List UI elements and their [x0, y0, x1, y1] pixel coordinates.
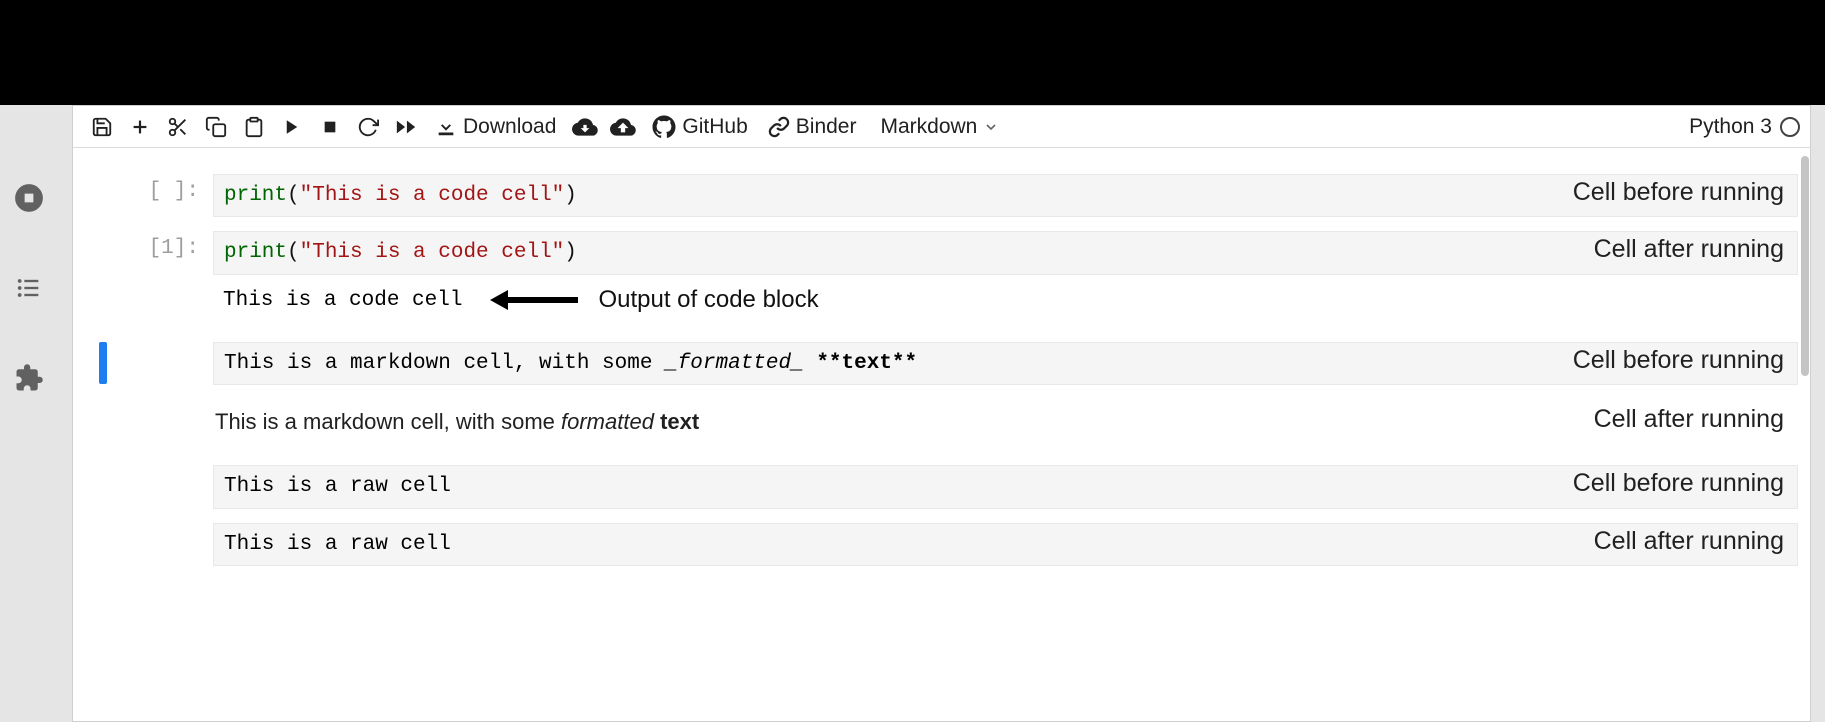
cell-prompt: [85, 342, 213, 348]
cell-prompt: [85, 465, 213, 471]
notebook-toolbar: Download GitHub Binder Markdown Py: [73, 106, 1810, 148]
code-cell[interactable]: [ ]: print("This is a code cell") Cell b…: [85, 174, 1798, 217]
celltype-label: Markdown: [880, 115, 977, 139]
kernel-status-icon[interactable]: [1780, 117, 1800, 137]
markdown-cell-rendered[interactable]: This is a markdown cell, with some forma…: [85, 403, 1798, 441]
extension-icon[interactable]: [14, 363, 44, 393]
cell-prompt: [85, 523, 213, 529]
output-prompt: [85, 283, 213, 289]
download-label: Download: [463, 115, 556, 139]
cells-area: [ ]: print("This is a code cell") Cell b…: [73, 148, 1810, 721]
arrow-left-icon: [490, 285, 580, 315]
binder-button[interactable]: Binder: [758, 108, 867, 146]
raw-cell[interactable]: This is a raw cell Cell after running: [85, 523, 1798, 566]
cloud-download-icon[interactable]: [566, 108, 604, 146]
code-cell[interactable]: [1]: print("This is a code cell") Cell a…: [85, 231, 1798, 327]
raw-input[interactable]: This is a raw cell: [213, 523, 1798, 566]
code-input[interactable]: print("This is a code cell"): [213, 231, 1798, 274]
download-button[interactable]: Download: [425, 108, 566, 146]
cell-prompt: [85, 403, 213, 409]
github-label: GitHub: [682, 115, 747, 139]
raw-input[interactable]: This is a raw cell: [213, 465, 1798, 508]
toc-icon[interactable]: [14, 273, 44, 303]
copy-icon[interactable]: [197, 108, 235, 146]
cut-icon[interactable]: [159, 108, 197, 146]
cell-prompt: [1]:: [85, 231, 213, 260]
restart-icon[interactable]: [349, 108, 387, 146]
chevron-down-icon: [983, 119, 999, 135]
save-icon[interactable]: [83, 108, 121, 146]
binder-label: Binder: [796, 115, 857, 139]
scrollbar-thumb[interactable]: [1801, 156, 1809, 376]
code-output: This is a code cell: [213, 283, 472, 318]
stop-icon[interactable]: [311, 108, 349, 146]
output-arrow-label: Output of code block: [598, 286, 818, 314]
cloud-upload-icon[interactable]: [604, 108, 642, 146]
code-input[interactable]: print("This is a code cell"): [213, 174, 1798, 217]
raw-cell[interactable]: This is a raw cell Cell before running: [85, 465, 1798, 508]
activity-bar: [0, 105, 58, 722]
scrollbar[interactable]: [1800, 148, 1810, 721]
fast-forward-icon[interactable]: [387, 108, 425, 146]
run-icon[interactable]: [273, 108, 311, 146]
github-button[interactable]: GitHub: [642, 108, 757, 146]
markdown-input[interactable]: This is a markdown cell, with some _form…: [213, 342, 1798, 385]
markdown-rendered[interactable]: This is a markdown cell, with some forma…: [213, 403, 1798, 441]
main-panel: Download GitHub Binder Markdown Py: [58, 105, 1825, 722]
notebook-panel: Download GitHub Binder Markdown Py: [72, 105, 1811, 722]
stop-circle-icon[interactable]: [14, 183, 44, 213]
paste-icon[interactable]: [235, 108, 273, 146]
cell-prompt: [ ]:: [85, 174, 213, 203]
add-cell-icon[interactable]: [121, 108, 159, 146]
window-titlebar: [0, 0, 1825, 105]
kernel-name[interactable]: Python 3: [1689, 115, 1772, 139]
markdown-cell[interactable]: This is a markdown cell, with some _form…: [85, 342, 1798, 385]
celltype-dropdown[interactable]: Markdown: [872, 115, 1007, 139]
